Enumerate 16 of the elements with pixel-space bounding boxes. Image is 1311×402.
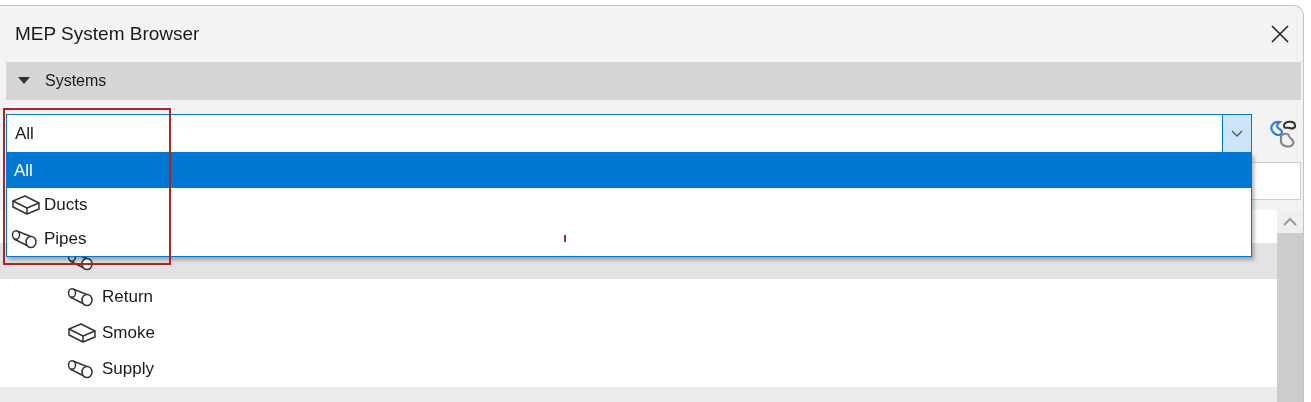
chevron-up-icon <box>1283 217 1297 226</box>
chevron-down-icon <box>1231 129 1243 138</box>
scrollbar[interactable] <box>1277 210 1303 402</box>
collapse-arrow-icon <box>18 77 30 85</box>
filter-dropdown[interactable]: All <box>6 114 1252 153</box>
dropdown-option[interactable]: Pipes <box>7 222 1251 256</box>
dropdown-option[interactable]: All <box>7 154 1251 188</box>
duct-icon <box>67 322 97 344</box>
window-title: MEP System Browser <box>15 23 200 45</box>
marker-tick <box>564 235 566 242</box>
dropdown-button[interactable] <box>1222 115 1251 152</box>
dropdown-option[interactable]: Ducts <box>7 188 1251 222</box>
section-header[interactable]: Systems <box>6 62 1301 100</box>
close-icon <box>1271 25 1289 43</box>
scroll-up-button[interactable] <box>1277 210 1303 233</box>
duct-icon <box>11 194 41 216</box>
